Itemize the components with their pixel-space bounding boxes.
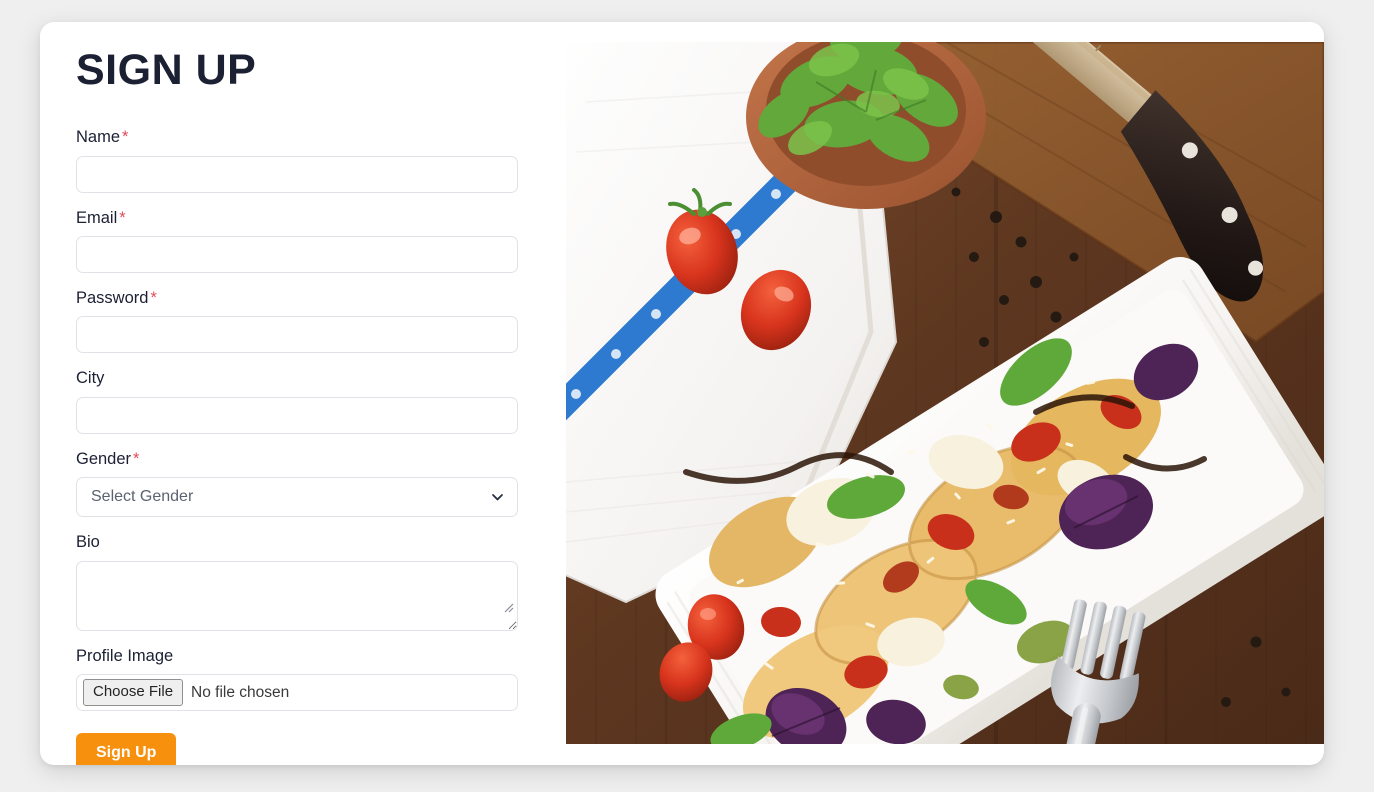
label-bio: Bio <box>76 533 100 552</box>
gender-select-wrap: Select Gender <box>76 477 518 518</box>
file-status-text: No file chosen <box>191 683 290 701</box>
field-bio: Bio <box>76 532 556 631</box>
signup-card: SIGN UP Name * Email * Password * City G… <box>40 22 1324 765</box>
signup-form: SIGN UP Name * Email * Password * City G… <box>76 22 556 765</box>
page-title: SIGN UP <box>76 46 257 94</box>
label-gender-text: Gender <box>76 449 132 468</box>
choose-file-button[interactable]: Choose File <box>83 679 184 707</box>
food-photo <box>566 42 1324 744</box>
bio-textarea-wrap <box>76 560 518 631</box>
password-input[interactable] <box>76 316 518 354</box>
field-profile-image: Profile Image Choose File No file chosen <box>76 646 556 712</box>
field-gender: Gender * Select Gender <box>76 449 556 518</box>
label-profile-image: Profile Image <box>76 646 174 665</box>
city-input[interactable] <box>76 396 518 434</box>
page-root: SIGN UP Name * Email * Password * City G… <box>0 0 1374 792</box>
label-email-text: Email <box>76 208 118 227</box>
name-input[interactable] <box>76 155 518 193</box>
required-marker: * <box>119 208 126 227</box>
required-marker: * <box>133 449 140 468</box>
field-email: Email * <box>76 208 556 274</box>
label-city: City <box>76 369 105 388</box>
field-city: City <box>76 368 556 434</box>
gender-select[interactable]: Select Gender <box>76 477 518 518</box>
label-email: Email * <box>76 208 556 229</box>
field-name: Name * <box>76 127 556 193</box>
field-password: Password * <box>76 288 556 354</box>
sign-up-button[interactable]: Sign Up <box>76 733 177 765</box>
required-marker: * <box>150 289 157 308</box>
required-marker: * <box>122 128 129 147</box>
email-input[interactable] <box>76 236 518 274</box>
label-name: Name * <box>76 127 556 148</box>
label-gender: Gender * <box>76 449 556 470</box>
profile-image-input[interactable]: Choose File No file chosen <box>76 674 518 712</box>
label-password-text: Password <box>76 289 149 308</box>
label-password: Password * <box>76 288 556 309</box>
bio-textarea[interactable] <box>76 560 518 631</box>
label-name-text: Name <box>76 128 121 147</box>
